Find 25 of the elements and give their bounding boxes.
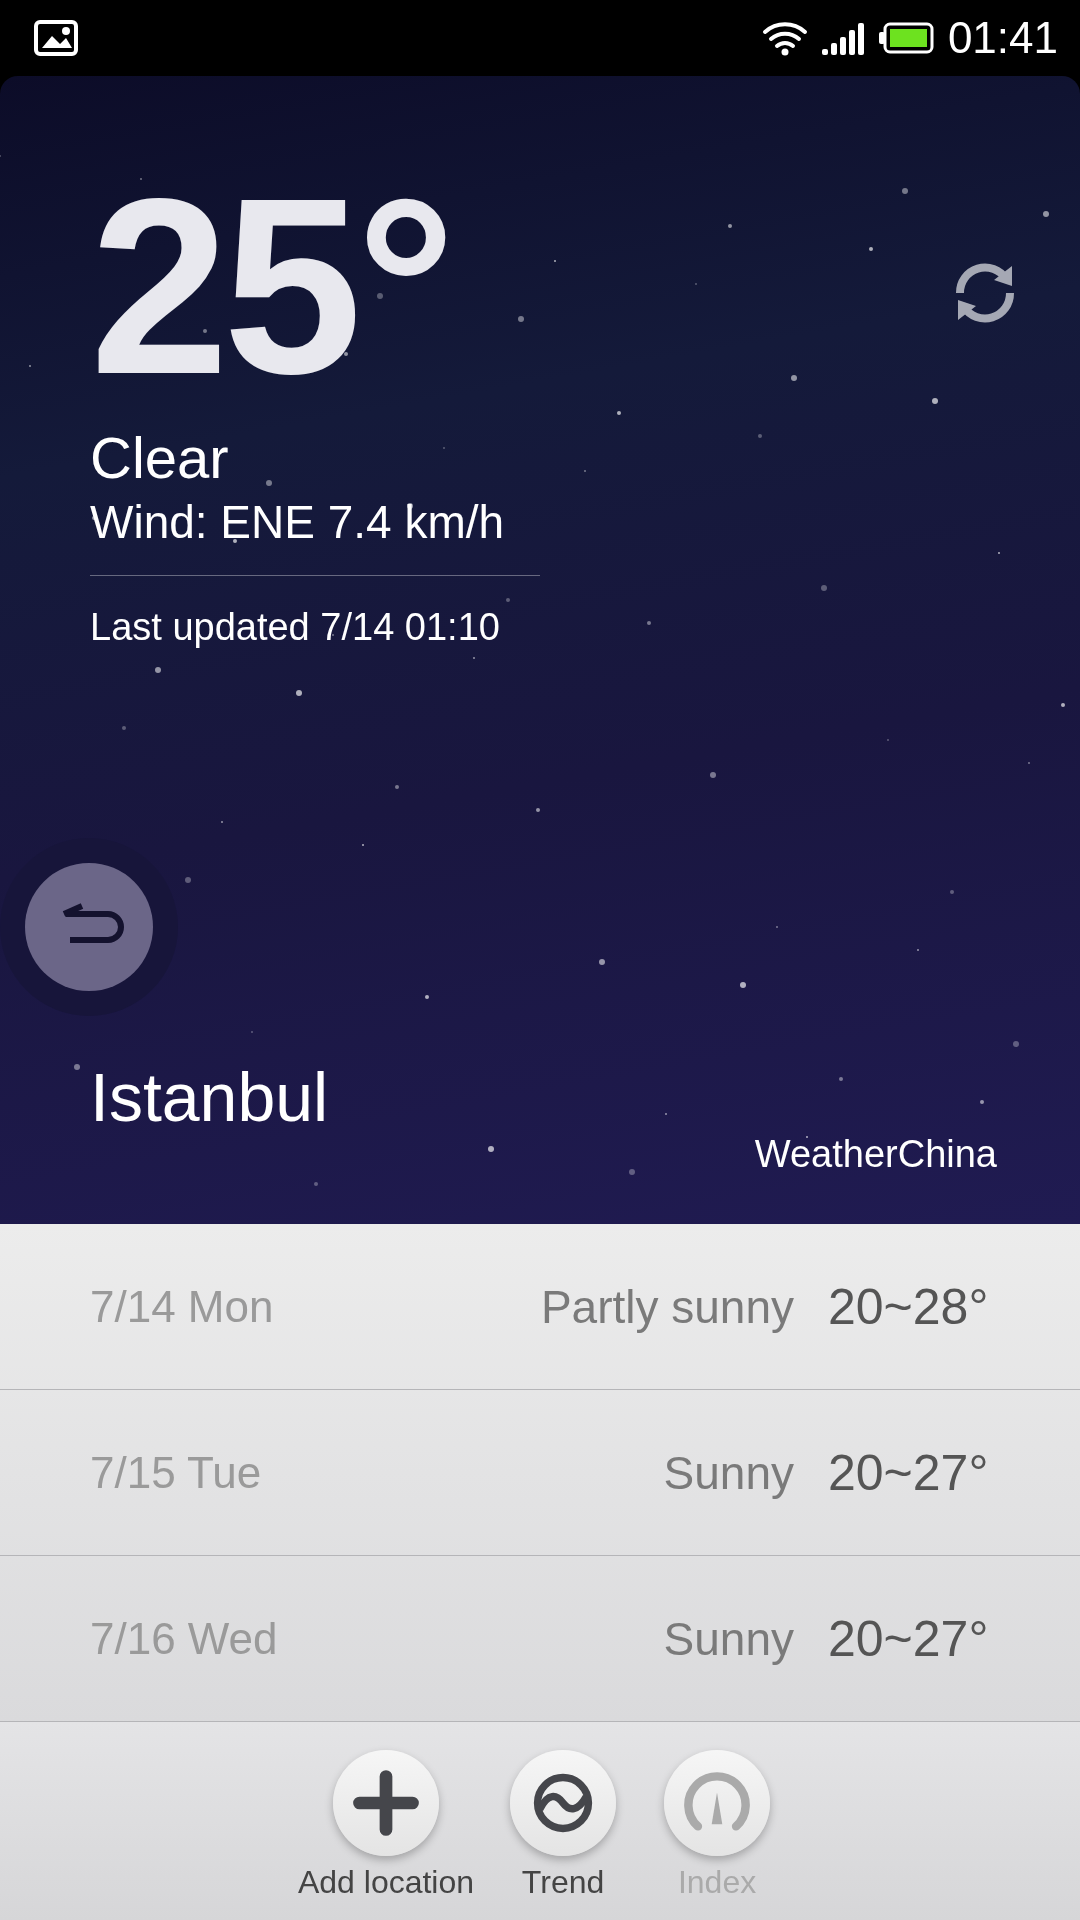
wifi-icon: [761, 20, 808, 56]
forecast-condition: Partly sunny: [540, 1279, 794, 1334]
forecast-date: 7/15 Tue: [90, 1447, 262, 1498]
condition: Clear: [90, 424, 229, 491]
action-button[interactable]: Add location: [297, 1750, 475, 1920]
data-source: WeatherChina: [754, 1133, 997, 1176]
wave-circle-icon: [510, 1750, 617, 1856]
action-button[interactable]: Trend: [498, 1750, 629, 1920]
plus-icon: [333, 1750, 439, 1856]
temperature-range: 20~27°: [828, 1443, 990, 1502]
forecast-date: 7/16 Wed: [90, 1613, 278, 1664]
forecast-condition: Sunny: [663, 1611, 794, 1666]
image-icon: [34, 20, 78, 56]
temperature-range: 20~27°: [828, 1609, 990, 1668]
temperature: 25°: [90, 162, 451, 412]
battery-icon: [877, 22, 934, 54]
clock-time: 01:41: [947, 13, 1058, 63]
city-name: Istanbul: [90, 1058, 329, 1136]
gauge-icon: [664, 1750, 771, 1856]
last-updated: Last updated 7/14 01:10: [90, 606, 500, 649]
signal-icon: [821, 21, 864, 55]
forecast-condition: Sunny: [663, 1445, 794, 1500]
forecast-date: 7/14 Mon: [90, 1281, 274, 1332]
temperature-range: 20~28°: [828, 1277, 990, 1336]
wind: Wind: ENE 7.4 km/h: [90, 495, 505, 549]
